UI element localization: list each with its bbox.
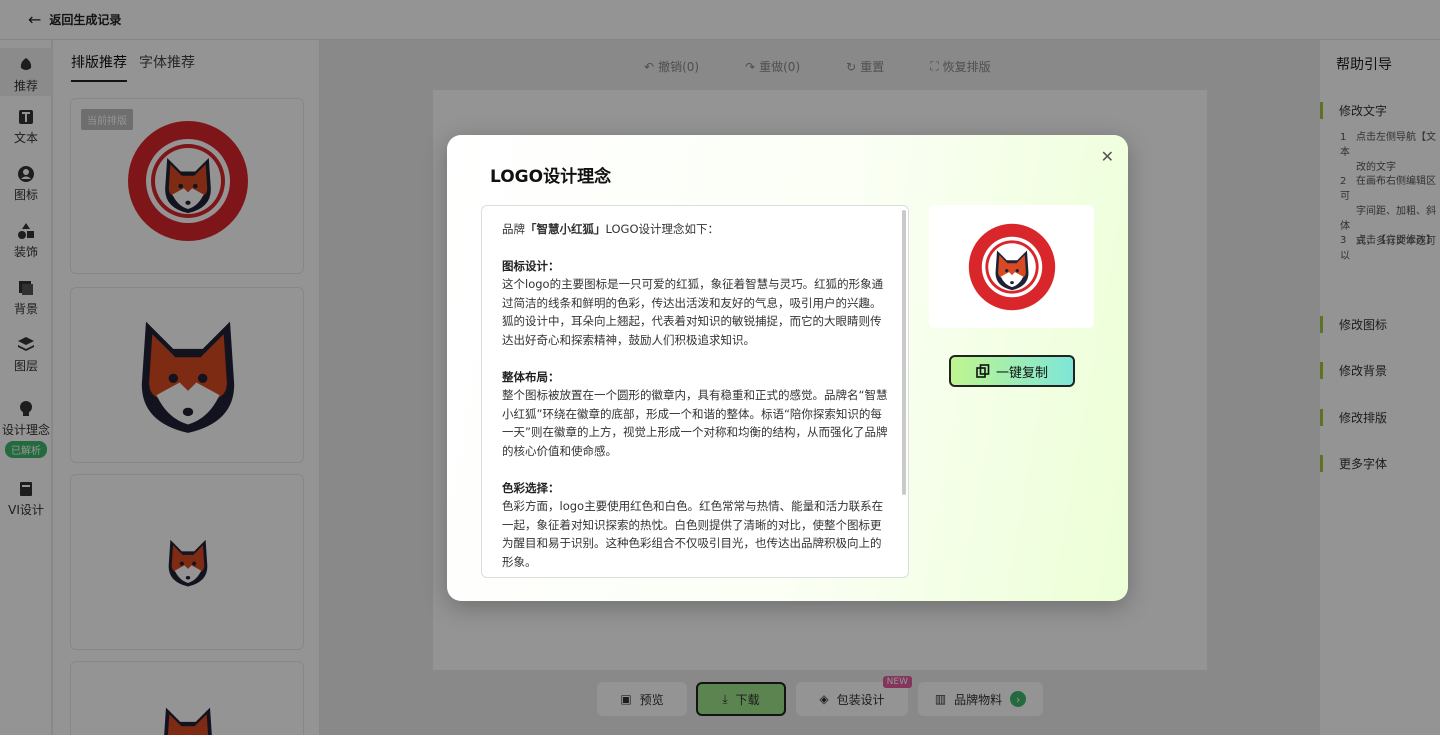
intro-prefix: 品牌	[502, 222, 525, 236]
copy-all-button[interactable]: 一键复制	[949, 355, 1075, 387]
intro-paragraph: 品牌「智慧小红狐」LOGO设计理念如下：	[502, 220, 890, 239]
section-color: 色彩选择： 色彩方面，logo主要使用红色和白色。红色常常与热情、能量和活力联系…	[502, 479, 890, 572]
section-body: 整个图标被放置在一个圆形的徽章内，具有稳重和正式的感觉。品牌名“智慧小红狐”环绕…	[502, 388, 888, 458]
modal-title: LOGO设计理念	[490, 167, 612, 187]
section-layout: 整体布局： 整个图标被放置在一个圆形的徽章内，具有稳重和正式的感觉。品牌名“智慧…	[502, 368, 890, 461]
copy-icon	[976, 364, 990, 378]
concept-text-box[interactable]: 品牌「智慧小红狐」LOGO设计理念如下： 图标设计： 这个logo的主要图标是一…	[481, 205, 909, 578]
section-heading: 整体布局：	[502, 369, 560, 384]
section-heading: 色彩选择：	[502, 480, 560, 495]
text-scrollbar[interactable]	[902, 210, 906, 495]
intro-suffix: LOGO设计理念如下：	[605, 222, 720, 236]
section-body: 这个logo的主要图标是一只可爱的红狐，象征着智慧与灵巧。红狐的形象通过简洁的线…	[502, 277, 884, 347]
design-concept-modal: LOGO设计理念 ✕ 品牌「智慧小红狐」LOGO设计理念如下： 图标设计： 这个…	[447, 135, 1128, 601]
copy-button-label: 一键复制	[995, 365, 1048, 381]
section-icon-design: 图标设计： 这个logo的主要图标是一只可爱的红狐，象征着智慧与灵巧。红狐的形象…	[502, 257, 890, 350]
intro-brand: 「智慧小红狐」	[525, 222, 606, 236]
concept-text: 品牌「智慧小红狐」LOGO设计理念如下： 图标设计： 这个logo的主要图标是一…	[502, 220, 890, 577]
close-icon[interactable]: ✕	[1101, 147, 1114, 166]
section-body: 色彩方面，logo主要使用红色和白色。红色常常与热情、能量和活力联系在一起，象征…	[502, 499, 884, 569]
section-heading: 图标设计：	[502, 258, 560, 273]
logo-preview	[929, 205, 1094, 328]
badge-logo	[962, 217, 1062, 317]
